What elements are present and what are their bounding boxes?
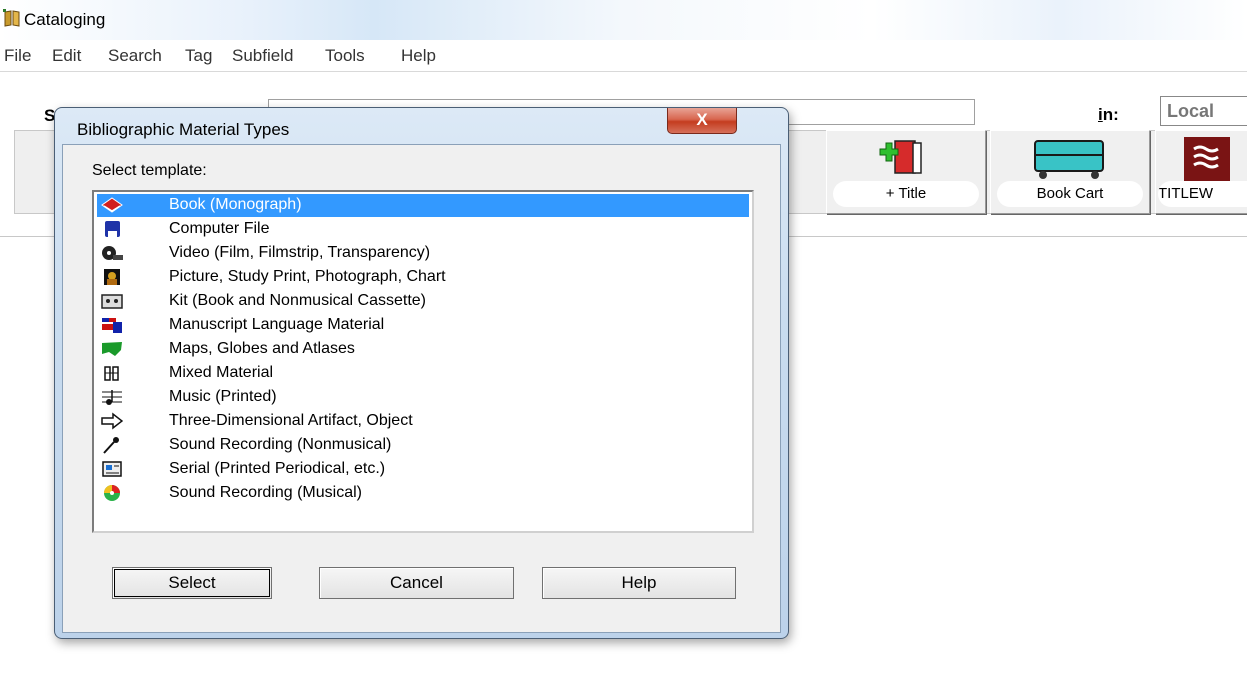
add-title-icon (879, 140, 922, 174)
list-item[interactable]: Mixed Material (97, 362, 749, 385)
help-button[interactable]: Help (542, 567, 736, 599)
template-prompt: Select template: (92, 162, 207, 179)
menu-search[interactable]: Search (108, 46, 162, 66)
film-reel-icon (102, 246, 123, 260)
music-note-icon (102, 390, 122, 405)
book-cart-button[interactable]: Book Cart (990, 130, 1150, 214)
book-cart-label: Book Cart (997, 181, 1143, 207)
list-item[interactable]: Three-Dimensional Artifact, Object (97, 410, 749, 433)
floppy-disk-icon (105, 221, 120, 237)
cataloging-app-icon (3, 9, 20, 27)
menu-tag[interactable]: Tag (185, 46, 212, 66)
list-item[interactable]: Computer File (97, 218, 749, 241)
select-button[interactable]: Select (112, 567, 272, 599)
microphone-icon (103, 437, 119, 454)
list-item[interactable]: Manuscript Language Material (97, 314, 749, 337)
newspaper-icon (102, 461, 122, 477)
list-item[interactable]: Video (Film, Filmstrip, Transparency) (97, 242, 749, 265)
arrow-object-icon (101, 412, 123, 430)
map-icon (102, 342, 122, 356)
list-item[interactable]: Picture, Study Print, Photograph, Chart (97, 266, 749, 289)
titlewave-icon (1184, 137, 1230, 181)
mixed-material-icon (104, 366, 119, 381)
search-scope-label: in: (1098, 105, 1119, 124)
window-title: Cataloging (24, 10, 106, 29)
flag-manuscript-icon (102, 318, 122, 333)
picture-icon (104, 269, 120, 285)
cd-icon (104, 485, 120, 501)
menu-bar: File Edit Search Tag Subfield Tools Help (0, 40, 1247, 72)
window-titlebar: Cataloging (0, 0, 1247, 40)
list-item[interactable]: Book (Monograph) (97, 194, 749, 217)
book-cart-icon (1034, 140, 1104, 179)
menu-file[interactable]: File (4, 46, 31, 66)
list-item[interactable]: Music (Printed) (97, 386, 749, 409)
list-item[interactable]: Kit (Book and Nonmusical Cassette) (97, 290, 749, 313)
cancel-button[interactable]: Cancel (319, 567, 514, 599)
menu-edit[interactable]: Edit (52, 46, 81, 66)
search-scope-select[interactable]: Local (1160, 96, 1247, 126)
menu-subfield[interactable]: Subfield (232, 46, 293, 66)
dialog-title: Bibliographic Material Types (77, 120, 290, 139)
list-item[interactable]: Sound Recording (Musical) (97, 482, 749, 505)
menu-help[interactable]: Help (401, 46, 436, 66)
add-title-button[interactable]: + Title (826, 130, 986, 214)
list-item[interactable]: Sound Recording (Nonmusical) (97, 434, 749, 457)
template-listbox[interactable]: Book (Monograph) Computer File Video (Fi… (92, 190, 754, 533)
book-icon (101, 197, 123, 213)
menu-tools[interactable]: Tools (325, 46, 365, 66)
titlewave-button[interactable]: TITLEW (1155, 130, 1247, 214)
titlewave-label: TITLEW (1158, 181, 1247, 207)
list-item[interactable]: Serial (Printed Periodical, etc.) (97, 458, 749, 481)
list-item[interactable]: Maps, Globes and Atlases (97, 338, 749, 361)
cassette-icon (101, 294, 123, 309)
add-title-label: + Title (833, 181, 979, 207)
dialog-close-button[interactable]: X (667, 108, 737, 134)
